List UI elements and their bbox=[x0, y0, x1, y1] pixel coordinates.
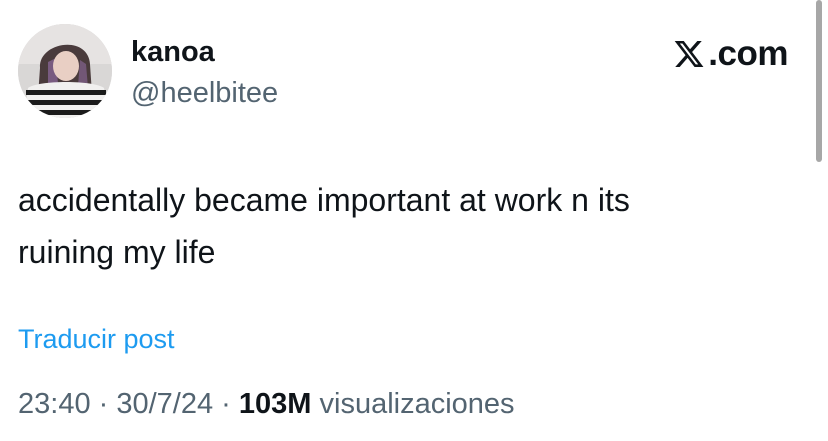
tweet-date[interactable]: 30/7/24 bbox=[116, 388, 213, 420]
tweet-text: accidentally became important at work n … bbox=[18, 174, 778, 278]
avatar[interactable] bbox=[18, 24, 112, 118]
translate-post-link[interactable]: Traducir post bbox=[18, 321, 175, 357]
meta-separator: · bbox=[90, 388, 117, 420]
x-logo-icon bbox=[674, 41, 704, 67]
tweet-time[interactable]: 23:40 bbox=[18, 388, 91, 420]
views-count[interactable]: 103M bbox=[239, 388, 312, 420]
scrollbar[interactable] bbox=[816, 0, 822, 162]
brand-domain-text: .com bbox=[708, 34, 788, 73]
avatar-image bbox=[18, 24, 112, 118]
views-label: visualizaciones bbox=[311, 388, 515, 420]
display-name[interactable]: kanoa bbox=[131, 34, 215, 70]
meta-separator: · bbox=[213, 388, 239, 420]
tweet-text-line-2: ruining my life bbox=[18, 234, 216, 270]
tweet-text-line-1: accidentally became important at work n … bbox=[18, 182, 630, 218]
tweet-meta: 23:40 · 30/7/24 · 103M visualizaciones bbox=[18, 386, 515, 422]
brand-logo: .com bbox=[672, 34, 788, 74]
user-handle[interactable]: @heelbitee bbox=[131, 75, 278, 111]
